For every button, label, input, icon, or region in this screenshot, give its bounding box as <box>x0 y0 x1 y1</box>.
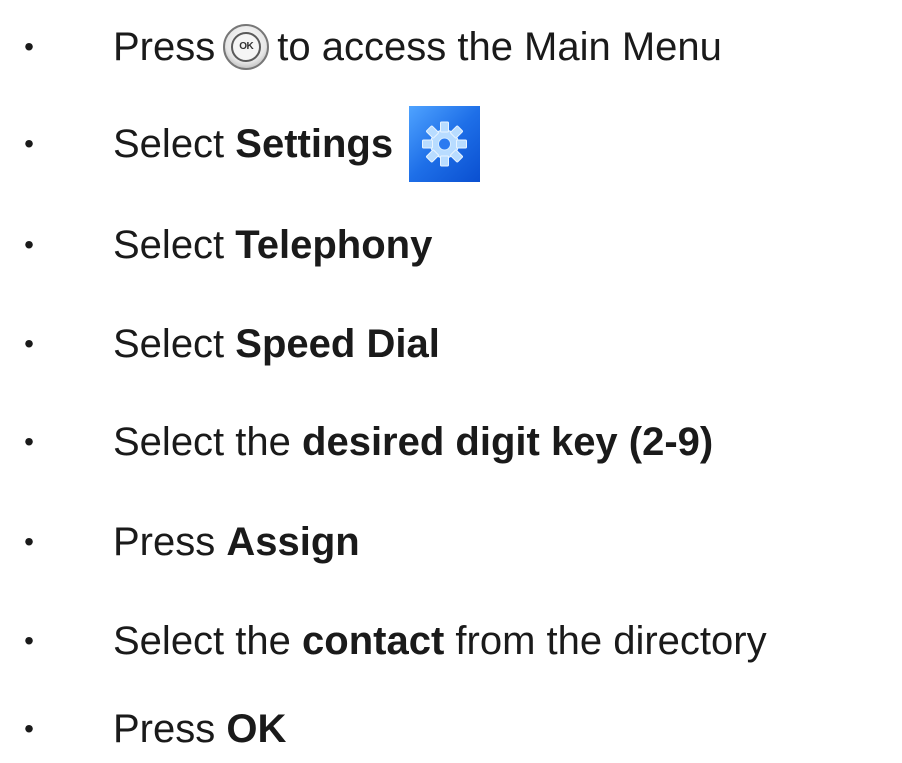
bullet: • <box>24 328 34 359</box>
step-5-pre: Select the <box>113 420 291 464</box>
step-1-post: to access the Main Menu <box>277 25 722 69</box>
step-text: Select Settings <box>113 106 481 182</box>
step-2-bold: Settings <box>235 122 394 166</box>
ok-button-label: OK <box>231 32 262 62</box>
bullet: • <box>24 526 34 557</box>
settings-gear-icon <box>409 106 481 182</box>
step-text: Press Assign <box>113 512 360 572</box>
instruction-list: • Press OK to access the Main Menu • Sel… <box>0 0 902 763</box>
step-text: Select the desired digit key (2-9) <box>113 412 713 472</box>
step-6-bold: Assign <box>226 520 360 564</box>
bullet: • <box>24 31 34 62</box>
step-7-post: from the directory <box>455 619 767 663</box>
step-4-pre: Select <box>113 322 225 366</box>
step-3-pre: Select <box>113 223 225 267</box>
step-5: • Select the desired digit key (2-9) <box>0 412 902 472</box>
step-text: Press OK to access the Main Menu <box>113 17 722 77</box>
step-2: • Select Settings <box>0 106 902 182</box>
step-7-pre: Select the <box>113 619 291 663</box>
step-text: Select Telephony <box>113 215 432 275</box>
step-5-bold: desired digit key (2-9) <box>302 420 714 464</box>
step-6-pre: Press <box>113 520 216 564</box>
step-6: • Press Assign <box>0 512 902 572</box>
bullet: • <box>24 426 34 457</box>
step-4: • Select Speed Dial <box>0 314 902 374</box>
step-text: Select Speed Dial <box>113 314 440 374</box>
step-text: Press OK <box>113 699 286 759</box>
step-1: • Press OK to access the Main Menu <box>0 17 902 77</box>
bullet: • <box>24 128 34 159</box>
step-3-bold: Telephony <box>235 223 433 267</box>
step-text: Select the contact from the directory <box>113 611 767 671</box>
step-8-bold: OK <box>226 707 287 751</box>
bullet: • <box>24 625 34 656</box>
step-3: • Select Telephony <box>0 215 902 275</box>
bullet: • <box>24 713 34 744</box>
step-7: • Select the contact from the directory <box>0 611 902 671</box>
step-8-pre: Press <box>113 707 216 751</box>
ok-button-icon: OK <box>223 24 270 70</box>
step-7-bold: contact <box>302 619 445 663</box>
step-4-bold: Speed Dial <box>235 322 440 366</box>
step-1-pre: Press <box>113 25 216 69</box>
step-2-pre: Select <box>113 122 225 166</box>
bullet: • <box>24 229 34 260</box>
step-8: • Press OK <box>0 699 902 759</box>
